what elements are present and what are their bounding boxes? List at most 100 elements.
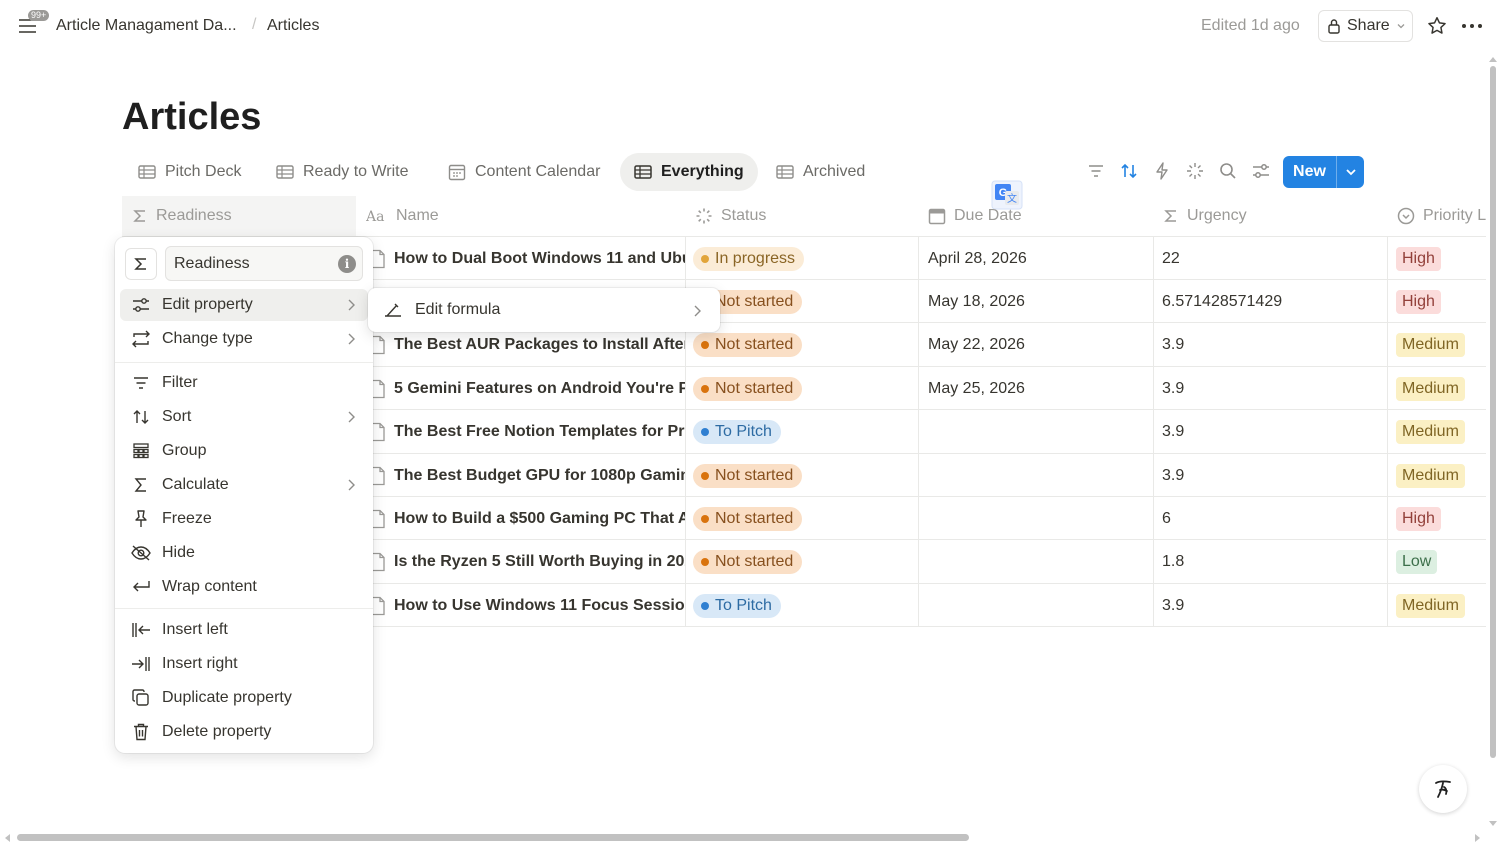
menu-item-delete-property[interactable]: Delete property xyxy=(120,716,368,748)
urgency-cell[interactable]: 3.9 xyxy=(1162,411,1387,454)
tab-content-calendar[interactable]: Content Calendar xyxy=(434,153,614,191)
name-cell[interactable]: The Best Budget GPU for 1080p Gaming xyxy=(370,454,685,497)
name-cell[interactable]: How to Dual Boot Windows 11 and Ubu xyxy=(370,237,685,280)
tab-archived[interactable]: Archived xyxy=(762,153,879,191)
column-header-due-date[interactable]: Due Date xyxy=(918,196,1153,236)
search-button[interactable] xyxy=(1218,161,1238,181)
column-header-status[interactable]: Status xyxy=(685,196,918,236)
urgency-cell[interactable]: 1.8 xyxy=(1162,541,1387,584)
priority-tag: Medium xyxy=(1396,463,1465,488)
priority-cell[interactable]: High xyxy=(1396,280,1486,323)
menu-item-insert-left[interactable]: Insert left xyxy=(120,614,368,646)
urgency-cell[interactable]: 6 xyxy=(1162,497,1387,540)
menu-item-calculate[interactable]: Calculate xyxy=(120,469,368,501)
sort-button[interactable] xyxy=(1119,161,1139,181)
ai-button[interactable] xyxy=(1185,161,1205,181)
filter-button[interactable] xyxy=(1086,161,1106,181)
urgency-cell[interactable]: 3.9 xyxy=(1162,324,1387,367)
info-icon[interactable]: i xyxy=(338,255,356,273)
sliders-icon xyxy=(130,294,152,316)
property-type-button[interactable] xyxy=(125,248,157,280)
name-cell[interactable]: How to Use Windows 11 Focus Sessions xyxy=(370,584,685,627)
menu-item-hide[interactable]: Hide xyxy=(120,537,368,569)
priority-cell[interactable]: Medium xyxy=(1396,454,1486,497)
scroll-down-arrow-icon[interactable] xyxy=(1488,820,1498,828)
tab-ready-to-write[interactable]: Ready to Write xyxy=(262,153,423,191)
priority-cell[interactable]: High xyxy=(1396,497,1486,540)
menu-item-filter[interactable]: Filter xyxy=(120,367,368,399)
column-header-readiness[interactable]: Readiness xyxy=(122,196,356,236)
horizontal-scrollbar[interactable] xyxy=(17,834,969,841)
view-settings-button[interactable] xyxy=(1251,161,1271,181)
ai-assistant-button[interactable] xyxy=(1419,765,1467,813)
menu-item-duplicate-property[interactable]: Duplicate property xyxy=(120,682,368,714)
column-header-priority[interactable]: Priority L xyxy=(1387,196,1486,236)
priority-cell[interactable]: Medium xyxy=(1396,411,1486,454)
urgency-cell[interactable]: 22 xyxy=(1162,237,1387,280)
menu-item-group[interactable]: Group xyxy=(120,435,368,467)
vertical-scrollbar[interactable] xyxy=(1490,66,1496,758)
urgency-cell[interactable]: 6.571428571429 xyxy=(1162,280,1387,323)
menu-item-change-type[interactable]: Change type xyxy=(120,323,368,355)
menu-item-label: Insert right xyxy=(162,655,238,672)
urgency-cell[interactable]: 3.9 xyxy=(1162,584,1387,627)
more-options-button[interactable] xyxy=(1460,15,1484,37)
due-date-cell[interactable] xyxy=(928,584,1153,627)
table-icon xyxy=(138,165,156,179)
menu-item-insert-right[interactable]: Insert right xyxy=(120,648,368,680)
share-button[interactable]: Share xyxy=(1318,10,1413,42)
due-date-cell[interactable]: April 28, 2026 xyxy=(928,237,1153,280)
menu-item-label: Edit property xyxy=(162,296,253,313)
menu-item-sort[interactable]: Sort xyxy=(120,401,368,433)
urgency-value: 3.9 xyxy=(1162,379,1185,397)
urgency-cell[interactable]: 3.9 xyxy=(1162,454,1387,497)
name-cell[interactable]: 5 Gemini Features on Android You're Pr xyxy=(370,367,685,410)
due-date-cell[interactable]: May 25, 2026 xyxy=(928,367,1153,410)
urgency-cell[interactable]: 3.9 xyxy=(1162,367,1387,410)
priority-cell[interactable]: Medium xyxy=(1396,367,1486,410)
name-cell[interactable]: Is the Ryzen 5 Still Worth Buying in 202 xyxy=(370,541,685,584)
priority-cell[interactable]: Medium xyxy=(1396,584,1486,627)
status-label: To Pitch xyxy=(715,423,772,441)
property-name-input[interactable] xyxy=(165,246,363,281)
priority-cell[interactable]: Medium xyxy=(1396,324,1486,367)
table-icon xyxy=(776,165,794,179)
status-cell[interactable]: Not started xyxy=(693,367,918,410)
scroll-left-arrow-icon[interactable] xyxy=(3,833,11,843)
new-dropdown-button[interactable] xyxy=(1337,165,1364,179)
priority-cell[interactable]: Low xyxy=(1396,541,1486,584)
favorite-button[interactable] xyxy=(1426,15,1448,37)
name-cell[interactable]: The Best Free Notion Templates for Pro xyxy=(370,411,685,454)
due-date-cell[interactable] xyxy=(928,454,1153,497)
breadcrumb-database[interactable]: Article Managament Da... xyxy=(56,17,237,35)
due-date-cell[interactable] xyxy=(928,411,1153,454)
status-cell[interactable]: To Pitch xyxy=(693,411,918,454)
due-date-cell[interactable] xyxy=(928,541,1153,584)
top-bar: 99+ Article Managament Da... / Articles … xyxy=(0,0,1500,52)
breadcrumb-page[interactable]: Articles xyxy=(267,17,319,35)
due-date-cell[interactable]: May 18, 2026 xyxy=(928,280,1153,323)
priority-cell[interactable]: High xyxy=(1396,237,1486,280)
status-cell[interactable]: Not started xyxy=(693,280,918,323)
scroll-right-arrow-icon[interactable] xyxy=(1474,833,1482,843)
edit-formula-submenu[interactable]: Edit formula xyxy=(368,288,720,332)
column-header-name[interactable]: Aa Name xyxy=(356,196,685,236)
status-cell[interactable]: Not started xyxy=(693,454,918,497)
status-cell[interactable]: Not started xyxy=(693,324,918,367)
menu-item-freeze[interactable]: Freeze xyxy=(120,503,368,535)
new-button[interactable]: New xyxy=(1283,156,1364,188)
status-cell[interactable]: To Pitch xyxy=(693,584,918,627)
tab-everything[interactable]: Everything xyxy=(620,153,758,191)
tab-pitch-deck[interactable]: Pitch Deck xyxy=(124,153,255,191)
status-cell[interactable]: Not started xyxy=(693,497,918,540)
column-header-urgency[interactable]: Urgency xyxy=(1153,196,1387,236)
due-date-cell[interactable]: May 22, 2026 xyxy=(928,324,1153,367)
menu-item-edit-property[interactable]: Edit property xyxy=(120,289,368,321)
menu-item-wrap-content[interactable]: Wrap content xyxy=(120,571,368,603)
status-cell[interactable]: Not started xyxy=(693,541,918,584)
due-date-cell[interactable] xyxy=(928,497,1153,540)
scroll-up-arrow-icon[interactable] xyxy=(1488,55,1498,63)
name-cell[interactable]: How to Build a $500 Gaming PC That A xyxy=(370,497,685,540)
status-cell[interactable]: In progress xyxy=(693,237,918,280)
automation-button[interactable] xyxy=(1152,161,1172,181)
